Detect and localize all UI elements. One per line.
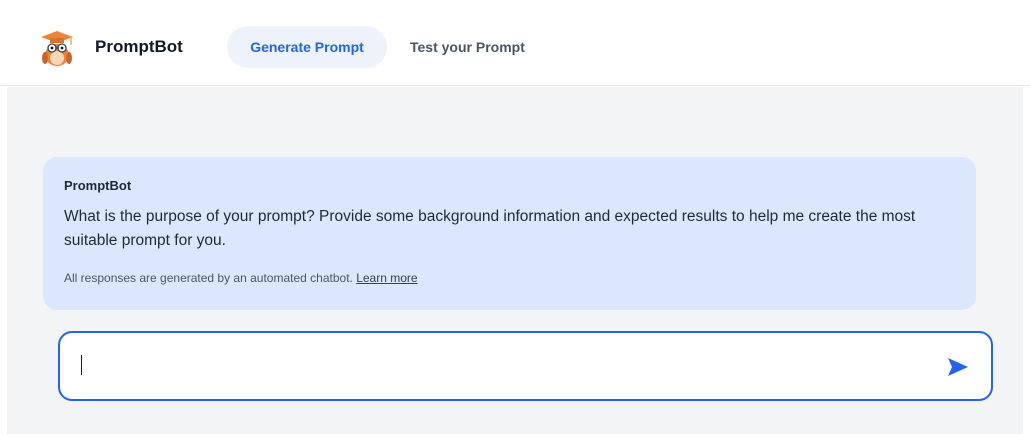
message-composer	[58, 331, 993, 401]
top-header: PromptBot Generate Prompt Test your Prom…	[0, 0, 1030, 86]
send-button[interactable]	[945, 354, 971, 380]
owl-logo-icon	[36, 28, 76, 68]
disclaimer: All responses are generated by an automa…	[64, 271, 418, 285]
tab-generate-prompt[interactable]: Generate Prompt	[227, 26, 387, 68]
disclaimer-text: All responses are generated by an automa…	[64, 271, 353, 285]
message-input[interactable]	[80, 349, 920, 383]
send-arrow-icon	[948, 358, 968, 376]
text-caret	[81, 355, 82, 375]
message-sender: PromptBot	[64, 178, 132, 193]
app-title: PromptBot	[95, 37, 183, 56]
tab-test-your-prompt[interactable]: Test your Prompt	[406, 26, 529, 68]
learn-more-link[interactable]: Learn more	[356, 271, 417, 285]
owl-logo-svg	[41, 31, 73, 66]
bot-message-bubble: PromptBot What is the purpose of your pr…	[43, 157, 976, 310]
message-text: What is the purpose of your prompt? Prov…	[64, 208, 916, 249]
